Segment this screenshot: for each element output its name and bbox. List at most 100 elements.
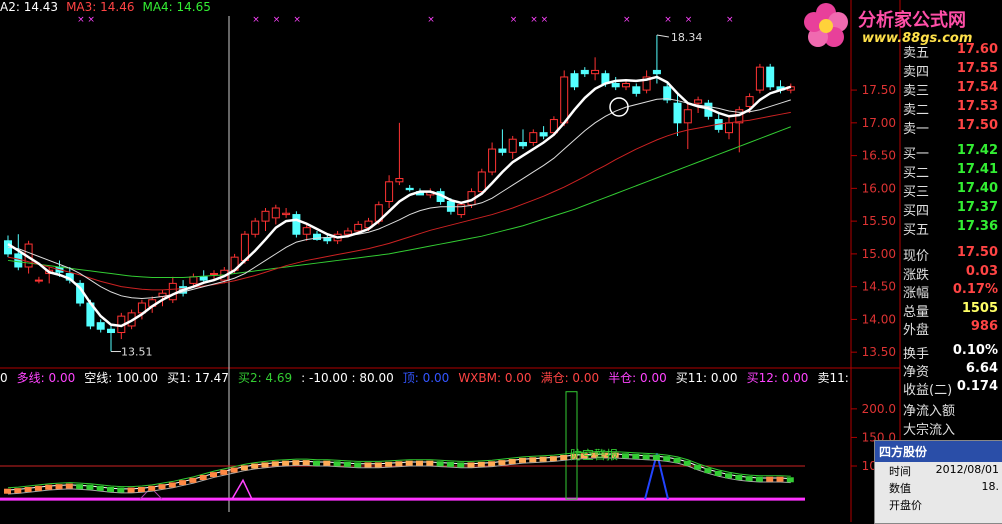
quote-value: 17.55: [956, 61, 998, 76]
ind-marker: [385, 461, 393, 467]
quote-row[interactable]: 买三 17.40: [901, 181, 1002, 199]
candle-down: [611, 83, 620, 88]
quote-row[interactable]: 换手 0.10%: [901, 343, 1002, 361]
quote-row[interactable]: 买四 17.37: [901, 200, 1002, 218]
candle-up: [343, 230, 352, 235]
candle-up: [395, 178, 404, 183]
quote-label: 卖五: [903, 46, 930, 60]
quote-row[interactable]: 买一 17.42: [901, 143, 1002, 161]
ind-marker: [467, 462, 475, 468]
indicator-pane: 200.0150.0100.0: [0, 391, 896, 501]
ind-marker: [529, 457, 537, 463]
quote-row[interactable]: 买二 17.41: [901, 162, 1002, 180]
candle-up: [189, 276, 198, 284]
signal-marks: 18.3413.51× × × × × × × × × × × × ×: [77, 15, 733, 359]
ind-marker: [117, 487, 125, 493]
quote-row[interactable]: 净资 6.64: [901, 361, 1002, 379]
quote-row[interactable]: 买五 17.36: [901, 219, 1002, 237]
ind-marker: [354, 462, 362, 468]
candle-up: [354, 223, 363, 232]
price-axis: 17.50 17.00 16.50 16.00 15.50 15.00 14.50 14.00…: [851, 83, 896, 359]
quote-row[interactable]: 收益(二) 0.174: [901, 379, 1002, 397]
candle-up: [683, 109, 692, 124]
ind-legend-item: 买11: 0.00: [675, 371, 738, 385]
ind-marker: [694, 464, 702, 470]
ind-marker: [333, 461, 341, 467]
price-tick-label: 17.50: [862, 83, 896, 97]
defense-alert-label: 防空警报: [570, 448, 619, 462]
candle-up: [477, 171, 486, 193]
ma-legend: A2: 14.43 MA3: 14.46 MA4: 14.65: [0, 0, 219, 16]
ind-marker: [271, 461, 279, 467]
quote-row[interactable]: 现价 17.50: [901, 245, 1002, 263]
candle-down: [580, 69, 589, 75]
candle-up: [622, 83, 630, 88]
candle-up: [755, 66, 764, 91]
quote-row[interactable]: 涨幅 0.17%: [901, 282, 1002, 300]
flow-label: 大宗流入: [901, 419, 1002, 437]
signal-x-mark: ×: [685, 15, 693, 25]
ind-legend-item: 多线: 0.00: [16, 371, 76, 385]
ind-legend-item: WXBM: 0.00: [458, 371, 532, 385]
ind-marker: [405, 460, 413, 466]
ind-legend-item: 顶: 0.00: [402, 371, 450, 385]
quote-row[interactable]: 卖四 17.55: [901, 61, 1002, 79]
quote-label: 涨幅: [903, 286, 930, 300]
ind-marker: [488, 461, 496, 467]
ind-marker: [416, 460, 423, 466]
buy-signal-spike: [231, 478, 253, 500]
signal-x-mark: ×: [293, 15, 301, 25]
quote-row[interactable]: 卖五 17.60: [901, 42, 1002, 60]
ind-marker: [725, 473, 732, 479]
tooltip-value: 2012/08/01: [935, 463, 999, 476]
quote-row[interactable]: 外盘 986: [901, 319, 1002, 337]
candle-up: [271, 207, 280, 219]
chart-canvas[interactable]: 17.50 17.00 16.50 16.00 15.50 15.00 14.50 14.00…: [0, 0, 1002, 522]
ind-legend-item: 满仓: 0.00: [540, 371, 600, 385]
ind-marker: [786, 477, 794, 483]
quote-label: 换手: [903, 347, 930, 361]
candle-down: [766, 66, 775, 88]
data-tooltip[interactable]: 四方股份 时间 2012/08/01 数值 18. 开盘价: [874, 440, 1002, 524]
ind-marker: [45, 484, 53, 490]
quote-label: 买一: [903, 147, 930, 161]
quote-row[interactable]: 涨跌 0.03: [901, 264, 1002, 282]
price-tick-label: 16.50: [862, 149, 896, 163]
ind-marker: [457, 462, 465, 468]
ind-marker: [519, 457, 526, 463]
ind-marker: [65, 483, 73, 489]
quote-value: 0.10%: [952, 343, 998, 358]
price-tick-label: 17.00: [862, 116, 896, 130]
quote-row[interactable]: 总量 1505: [901, 301, 1002, 319]
candle-down: [673, 102, 682, 124]
signal-x-mark: ×: [87, 15, 95, 25]
quote-value: 17.54: [956, 80, 998, 95]
tooltip-label: 开盘价: [889, 499, 922, 512]
ind-marker: [683, 460, 691, 466]
low-price-label: 13.51: [121, 346, 153, 359]
ind-marker: [240, 465, 248, 471]
quote-row[interactable]: 卖一 17.50: [901, 118, 1002, 136]
ind-marker: [436, 461, 444, 467]
signal-x-mark: ×: [77, 15, 85, 25]
quote-value: 1505: [961, 300, 998, 316]
flow-text: 净流入额: [903, 404, 956, 418]
ind-marker: [210, 472, 217, 478]
candle-down: [663, 86, 672, 101]
ind-marker: [714, 471, 722, 476]
quote-label: 现价: [903, 249, 930, 263]
quote-row[interactable]: 卖二 17.53: [901, 99, 1002, 117]
candle-up: [560, 76, 569, 124]
candle-up: [168, 282, 177, 301]
ind-marker: [179, 480, 187, 486]
candle-up: [282, 212, 291, 216]
quote-label: 净资: [903, 365, 930, 379]
flow-label: 净流入额: [901, 400, 1002, 418]
ind-marker: [86, 484, 94, 490]
candlestick-series: [4, 35, 795, 352]
signal-x-mark: ×: [726, 15, 734, 25]
candle-down: [107, 328, 115, 334]
quote-label: 卖三: [903, 84, 930, 98]
high-pointer: [656, 34, 669, 38]
quote-row[interactable]: 卖三 17.54: [901, 80, 1002, 98]
